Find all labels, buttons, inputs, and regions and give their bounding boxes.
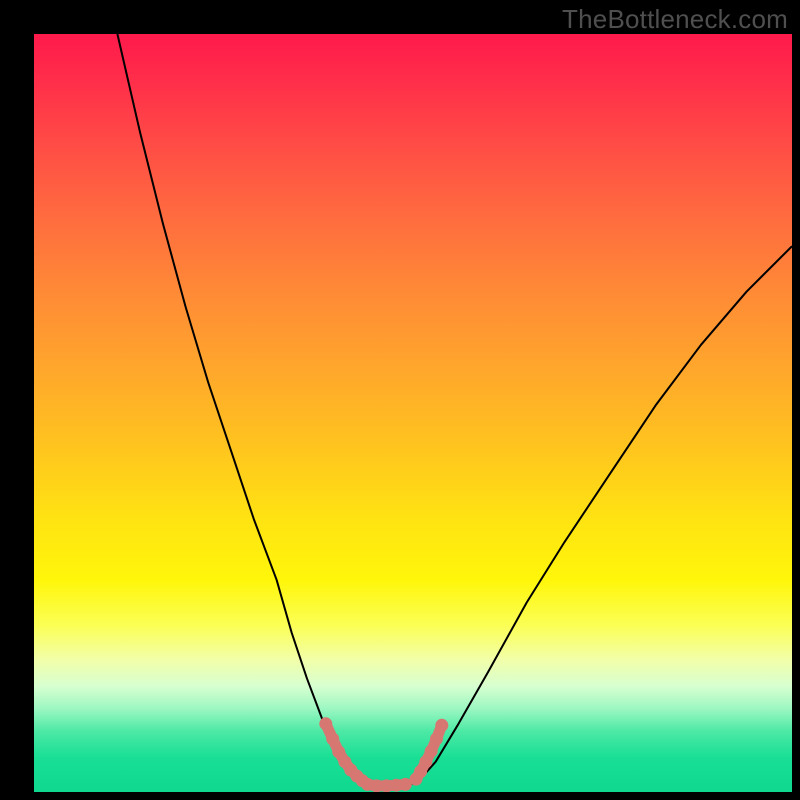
- marker-dot: [435, 719, 448, 732]
- marker-layer: [319, 717, 448, 792]
- marker-dot: [326, 732, 339, 745]
- marker-dot: [430, 732, 443, 745]
- marker-dot: [425, 745, 438, 758]
- line-layer: [117, 34, 792, 786]
- watermark-text: TheBottleneck.com: [562, 4, 788, 35]
- plot-area: [34, 34, 792, 792]
- marker-dot: [319, 717, 332, 730]
- chart-svg: [34, 34, 792, 792]
- bottleneck-curve: [117, 34, 792, 786]
- chart-frame: TheBottleneck.com: [0, 0, 800, 800]
